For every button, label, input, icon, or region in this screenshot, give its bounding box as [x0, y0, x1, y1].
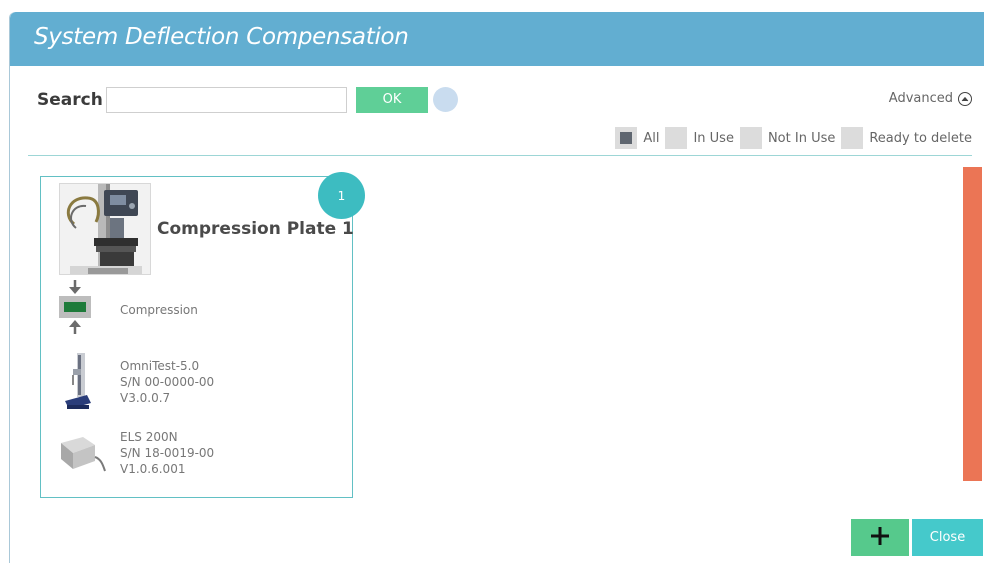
filter-ready-to-delete[interactable]: Ready to delete: [841, 127, 972, 149]
status-indicator-icon: [433, 87, 458, 112]
dialog-title: System Deflection Compensation: [34, 24, 409, 50]
title-bar: System Deflection Compensation: [10, 12, 984, 66]
filter-in-use-checkbox[interactable]: [665, 127, 688, 149]
test-stand-serial: S/N 00-0000-00: [120, 375, 215, 389]
load-cell-version: V1.0.6.001: [120, 462, 186, 476]
test-type-label: Compression: [120, 303, 198, 317]
advanced-toggle[interactable]: Advanced: [889, 91, 972, 106]
filter-all[interactable]: All: [615, 127, 659, 149]
search-input[interactable]: [106, 87, 347, 113]
filter-all-label: All: [643, 130, 660, 146]
test-type-row: Compression: [55, 280, 345, 334]
system-deflection-compensation-dialog: System Deflection Compensation Search OK…: [9, 12, 984, 563]
filter-in-use-label: In Use: [693, 130, 734, 146]
fixture-photo: [59, 183, 151, 275]
card-number-badge: 1: [318, 172, 365, 219]
test-stand-version: V3.0.0.7: [120, 391, 171, 405]
fixture-name: Compression Plate 1: [157, 219, 354, 239]
test-stand-model: OmniTest-5.0: [120, 359, 200, 373]
compression-icon: [55, 280, 95, 338]
search-label: Search: [37, 90, 103, 110]
test-stand-row: OmniTest-5.0 S/N 00-0000-00 V3.0.0.7: [55, 351, 345, 413]
side-indicator-bar: [963, 167, 982, 481]
fixture-card[interactable]: Compression Plate 1 Compression OmniTest…: [40, 176, 354, 498]
test-stand-icon: [63, 351, 93, 415]
divider: [28, 155, 972, 156]
load-cell-row: ELS 200N S/N 18-0019-00 V1.0.6.001: [55, 429, 345, 485]
chevron-up-circle-icon: [958, 91, 972, 106]
advanced-label: Advanced: [888, 91, 953, 106]
load-cell-serial: S/N 18-0019-00: [120, 446, 215, 460]
filter-ready-to-delete-label: Ready to delete: [869, 130, 972, 146]
load-cell-icon: [59, 435, 107, 479]
load-cell-info: ELS 200N S/N 18-0019-00 V1.0.6.001: [120, 429, 214, 477]
load-cell-model: ELS 200N: [120, 430, 178, 444]
filter-in-use[interactable]: In Use: [665, 127, 734, 149]
ok-button[interactable]: OK: [356, 87, 428, 113]
filter-all-checkbox[interactable]: [615, 127, 638, 149]
filter-not-in-use-checkbox[interactable]: [739, 127, 762, 149]
filter-group: All In Use Not In Use Ready to delete: [615, 127, 972, 149]
plus-icon: [871, 526, 889, 549]
filter-ready-to-delete-checkbox[interactable]: [841, 127, 864, 149]
filter-not-in-use-label: Not In Use: [767, 130, 836, 146]
test-stand-info: OmniTest-5.0 S/N 00-0000-00 V3.0.0.7: [120, 358, 214, 406]
close-button[interactable]: Close: [912, 519, 983, 556]
add-button[interactable]: [851, 519, 909, 556]
filter-not-in-use[interactable]: Not In Use: [739, 127, 836, 149]
